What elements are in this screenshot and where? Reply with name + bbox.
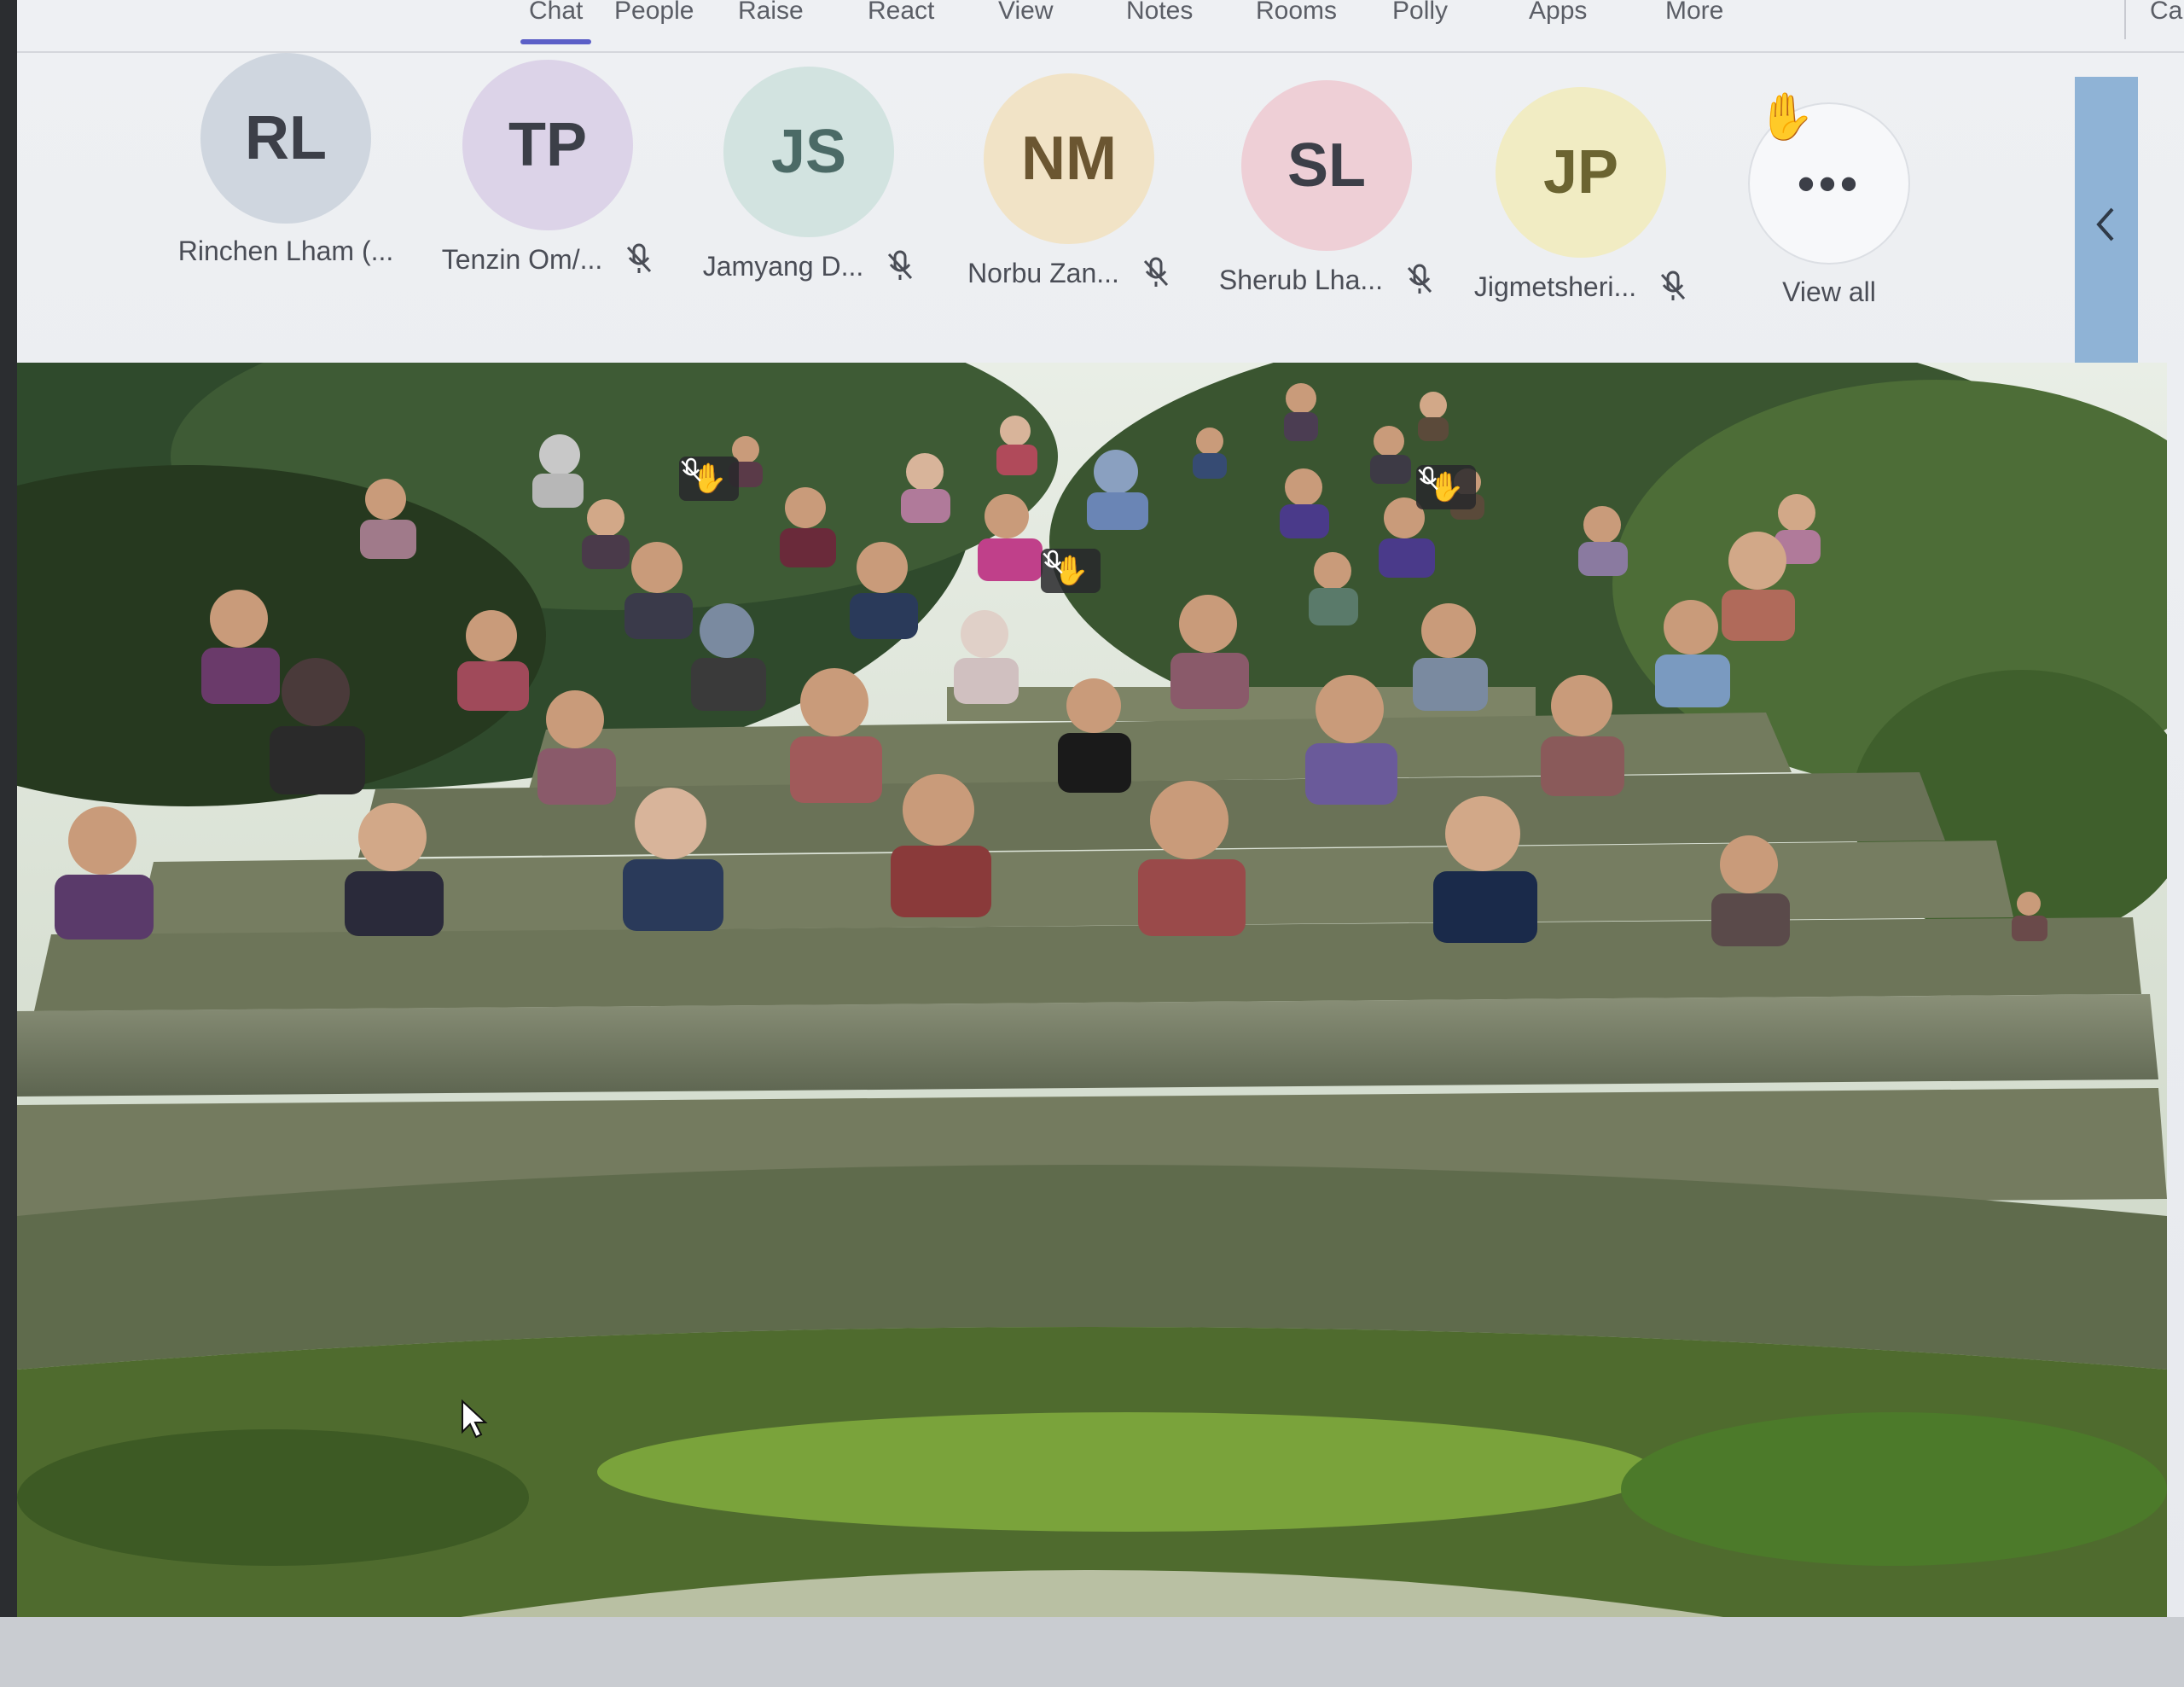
attendee-video: [345, 803, 444, 936]
attendee-video: [901, 453, 950, 523]
attendee-video: [1433, 796, 1537, 943]
toolbar-raise[interactable]: Raise: [738, 0, 804, 26]
attendee-video: [55, 806, 154, 939]
attendee-video: [360, 479, 416, 559]
chevron-left-icon: [2096, 207, 2114, 241]
attendee-video: [1655, 600, 1730, 707]
participant-name: Tenzin Om/...: [441, 243, 603, 275]
attendee-video: [582, 499, 630, 569]
attendee-video: [532, 434, 584, 508]
raised-hand-icon: ✋: [1757, 91, 1815, 143]
attendee-video: [1711, 835, 1790, 946]
view-all-tile[interactable]: ••• View all: [1701, 102, 1957, 308]
avatar: TP: [462, 60, 633, 230]
attendee-video: [537, 690, 616, 805]
meeting-toolbar: Chat People Raise React View Notes Rooms…: [17, 0, 2184, 53]
mic-off-icon: [1407, 264, 1432, 294]
toolbar-chat[interactable]: Chat: [520, 0, 592, 44]
mouse-cursor-icon: [462, 1399, 488, 1439]
attendee-video: [780, 487, 836, 567]
os-taskbar: [0, 1617, 2184, 1687]
toolbar-polly[interactable]: Polly: [1392, 0, 1448, 26]
attendee-video: [954, 610, 1019, 704]
teams-meeting-window: Chat People Raise React View Notes Rooms…: [17, 0, 2184, 1617]
mic-off-icon: [1661, 271, 1686, 300]
attendee-video: [1413, 603, 1488, 711]
attendee-video: [1170, 595, 1249, 709]
mic-off-icon: [1418, 466, 1438, 491]
participant-name: Jamyang D...: [702, 250, 864, 282]
participant-tile[interactable]: TP Tenzin Om/...: [420, 60, 676, 276]
participant-tile[interactable]: JP Jigmetsheri...: [1453, 87, 1709, 304]
attendee-status-badge: ✋: [679, 457, 740, 501]
avatar: NM: [984, 73, 1154, 244]
participant-name: Rinchen Lham (...: [177, 236, 394, 266]
avatar: JP: [1496, 87, 1666, 258]
attendee-video: [1541, 675, 1624, 796]
attendee-video: [691, 603, 766, 711]
participant-name: Norbu Zan...: [967, 257, 1119, 288]
attendee-video: [457, 610, 529, 711]
toolbar-apps[interactable]: Apps: [1529, 0, 1587, 26]
attendee-status-badge: ✋: [1041, 549, 1101, 593]
attendee-video: [790, 668, 882, 803]
mic-off-icon: [1143, 257, 1169, 287]
toolbar-view[interactable]: View: [998, 0, 1053, 26]
participant-strip: RL Rinchen Lham (... TP Tenzin Om/... JS…: [17, 53, 2184, 360]
attendee-video: [1058, 678, 1131, 793]
toolbar-call[interactable]: Ca: [2150, 0, 2182, 26]
attendee-video: [978, 494, 1043, 581]
attendee-video: [1193, 428, 1227, 479]
attendee-status-badge: ✋: [1416, 465, 1477, 509]
toolbar-divider: [2124, 0, 2126, 39]
attendee-video: [1379, 497, 1435, 578]
attendee-video: [891, 774, 991, 917]
attendee-video: [1284, 383, 1318, 441]
attendee-video: [624, 542, 693, 639]
toolbar-notes[interactable]: Notes: [1126, 0, 1193, 26]
participant-tile[interactable]: SL Sherub Lha...: [1199, 80, 1455, 297]
attendee-video: [1418, 392, 1449, 441]
attendee-video: [1578, 506, 1628, 576]
together-mode-stage: ✋ ✋ ✋: [17, 363, 2167, 1617]
toolbar-react[interactable]: React: [868, 0, 934, 26]
participant-tile[interactable]: NM Norbu Zan...: [941, 73, 1197, 290]
toolbar-people[interactable]: People: [614, 0, 694, 26]
attendee-video: [201, 590, 280, 704]
attendee-video: [1087, 450, 1148, 530]
collapse-panel-button[interactable]: [2075, 77, 2138, 372]
view-all-label: View all: [1782, 276, 1876, 307]
mic-off-icon: [888, 250, 913, 280]
attendee-video: [1370, 426, 1411, 484]
attendee-video: [1280, 468, 1329, 538]
participant-tile[interactable]: JS Jamyang D...: [681, 67, 937, 283]
participant-name: Jigmetsheri...: [1473, 271, 1637, 302]
attendee-video: [623, 788, 723, 931]
mic-off-icon: [681, 457, 701, 482]
attendee-video: [850, 542, 918, 639]
toolbar-more[interactable]: More: [1665, 0, 1723, 26]
avatar: JS: [723, 67, 894, 237]
participant-tile[interactable]: RL Rinchen Lham (...: [158, 53, 414, 267]
mic-off-icon: [1043, 550, 1063, 574]
avatar: RL: [200, 53, 371, 224]
avatar: SL: [1241, 80, 1412, 251]
mic-off-icon: [627, 243, 652, 273]
attendee-video: [1138, 781, 1246, 936]
participant-name: Sherub Lha...: [1218, 264, 1384, 295]
attendee-video: [270, 658, 365, 794]
attendee-video: [2012, 892, 2048, 941]
attendee-video: [996, 416, 1037, 475]
attendee-video: [1309, 552, 1358, 625]
toolbar-rooms[interactable]: Rooms: [1256, 0, 1337, 26]
attendee-video: [1305, 675, 1397, 805]
